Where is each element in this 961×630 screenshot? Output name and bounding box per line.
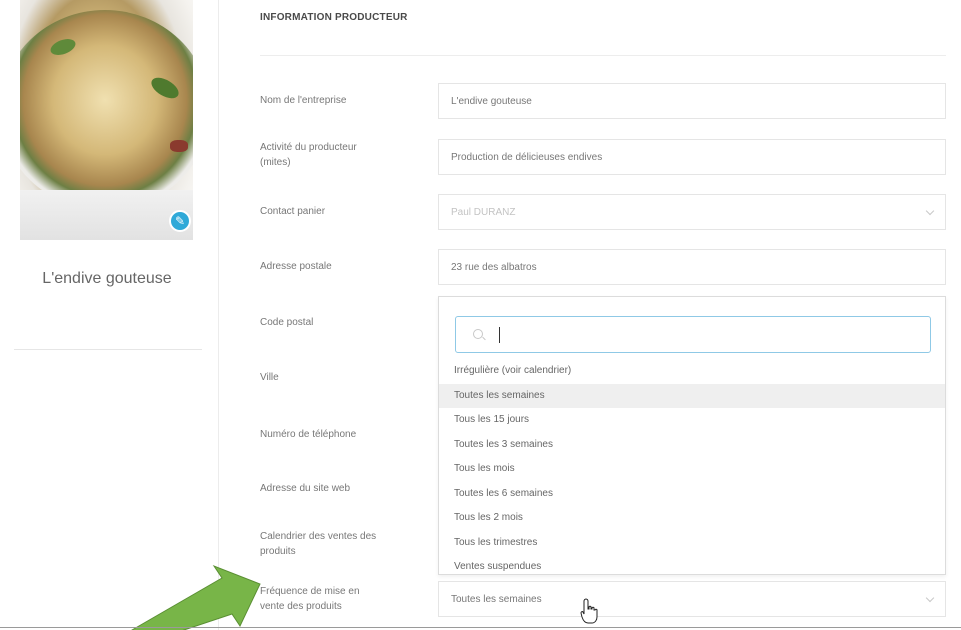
frequency-label: Fréquence de mise en vente des produits (260, 584, 420, 614)
edit-photo-button[interactable]: ✎ (169, 210, 191, 232)
activity-label-line2: (mites) (260, 157, 291, 168)
chevron-down-icon (925, 593, 935, 603)
producer-card: ✎ L'endive gouteuse (0, 0, 214, 630)
dropdown-option[interactable]: Toutes les 6 semaines (439, 482, 945, 507)
postal-code-label: Code postal (260, 317, 314, 328)
company-name-input[interactable]: L'endive gouteuse (438, 83, 946, 119)
producer-info-panel: INFORMATION PRODUCTEUR Nom de l'entrepri… (242, 0, 961, 630)
producer-photo (20, 0, 193, 240)
dropdown-option[interactable]: Tous les mois (439, 457, 945, 482)
dropdown-search-input[interactable] (455, 316, 931, 353)
dropdown-option[interactable]: Tous les trimestres (439, 531, 945, 556)
address-input[interactable]: 23 rue des albatros (438, 249, 946, 285)
producer-name: L'endive gouteuse (42, 270, 172, 287)
contact-value: Paul DURANZ (451, 206, 516, 218)
dropdown-option[interactable]: Tous les 2 mois (439, 506, 945, 531)
dropdown-options: Irrégulière (voir calendrier) Toutes les… (439, 359, 945, 580)
dropdown-option[interactable]: Toutes les 3 semaines (439, 433, 945, 458)
activity-input[interactable]: Production de délicieuses endives (438, 139, 946, 175)
address-label: Adresse postale (260, 261, 332, 272)
calendar-label: Calendrier des ventes des produits (260, 529, 420, 559)
chevron-down-icon (925, 206, 935, 216)
hand-cursor-icon (580, 598, 598, 624)
divider (14, 349, 202, 350)
search-icon (473, 329, 483, 339)
dropdown-option[interactable]: Ventes suspendues (439, 555, 945, 580)
frequency-label-line2: vente des produits (260, 601, 342, 612)
section-title: INFORMATION PRODUCTEUR (260, 12, 408, 23)
activity-label-line1: Activité du producteur (260, 142, 357, 153)
company-name-value: L'endive gouteuse (451, 95, 532, 107)
bottom-divider (0, 627, 961, 628)
frequency-dropdown: Irrégulière (voir calendrier) Toutes les… (438, 296, 946, 575)
dropdown-option-selected[interactable]: Toutes les semaines (439, 383, 945, 408)
dropdown-option[interactable]: Tous les 15 jours (439, 408, 945, 433)
calendar-label-line1: Calendrier des ventes des (260, 531, 377, 542)
calendar-label-line2: produits (260, 546, 296, 557)
frequency-value: Toutes les semaines (451, 593, 542, 605)
column-separator (218, 0, 219, 630)
green-arrow-icon (131, 564, 261, 630)
phone-label: Numéro de téléphone (260, 429, 357, 440)
frequency-select[interactable]: Toutes les semaines (438, 581, 946, 617)
divider (260, 55, 946, 56)
pencil-icon: ✎ (174, 214, 186, 228)
activity-value: Production de délicieuses endives (451, 151, 603, 163)
dropdown-option[interactable]: Irrégulière (voir calendrier) (439, 359, 945, 384)
address-value: 23 rue des albatros (451, 261, 537, 273)
contact-label: Contact panier (260, 206, 326, 217)
city-label: Ville (260, 372, 279, 383)
activity-label: Activité du producteur (mites) (260, 140, 420, 170)
company-name-label: Nom de l'entreprise (260, 95, 347, 106)
contact-select[interactable]: Paul DURANZ (438, 194, 946, 230)
text-cursor (499, 327, 500, 343)
frequency-label-line1: Fréquence de mise en (260, 586, 360, 597)
website-label: Adresse du site web (260, 483, 351, 494)
